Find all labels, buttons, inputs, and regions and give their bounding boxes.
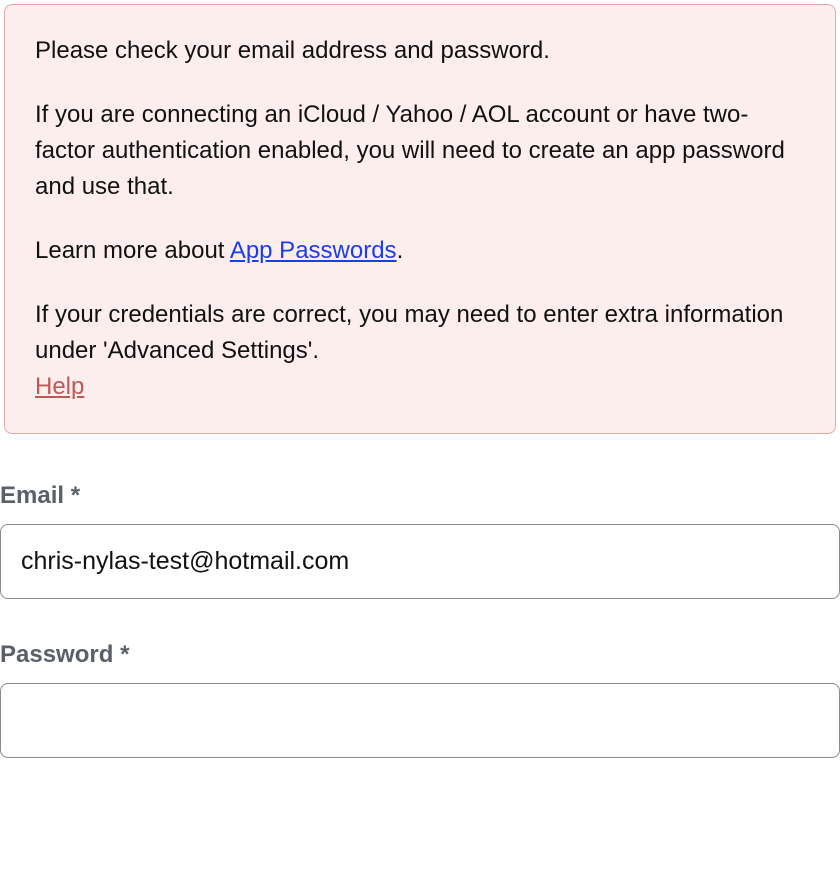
error-line-4-wrap: If your credentials are correct, you may…: [35, 297, 805, 405]
error-line-3-suffix: .: [397, 237, 404, 264]
required-asterisk: *: [120, 641, 129, 668]
error-message-box: Please check your email address and pass…: [4, 4, 836, 434]
required-asterisk: *: [71, 482, 80, 509]
help-link[interactable]: Help: [35, 373, 84, 400]
email-label-text: Email: [0, 482, 64, 509]
password-label: Password *: [0, 641, 840, 669]
password-field[interactable]: [0, 683, 840, 758]
email-label: Email *: [0, 482, 840, 510]
password-group: Password *: [0, 641, 840, 758]
error-line-2: If you are connecting an iCloud / Yahoo …: [35, 97, 805, 205]
login-form: Email * Password *: [0, 482, 840, 758]
error-line-4: If your credentials are correct, you may…: [35, 301, 783, 364]
error-line-3-prefix: Learn more about: [35, 237, 230, 264]
error-line-1: Please check your email address and pass…: [35, 33, 805, 69]
app-passwords-link[interactable]: App Passwords: [230, 237, 397, 264]
email-group: Email *: [0, 482, 840, 599]
error-line-3: Learn more about App Passwords.: [35, 233, 805, 269]
email-field[interactable]: [0, 524, 840, 599]
password-label-text: Password: [0, 641, 113, 668]
